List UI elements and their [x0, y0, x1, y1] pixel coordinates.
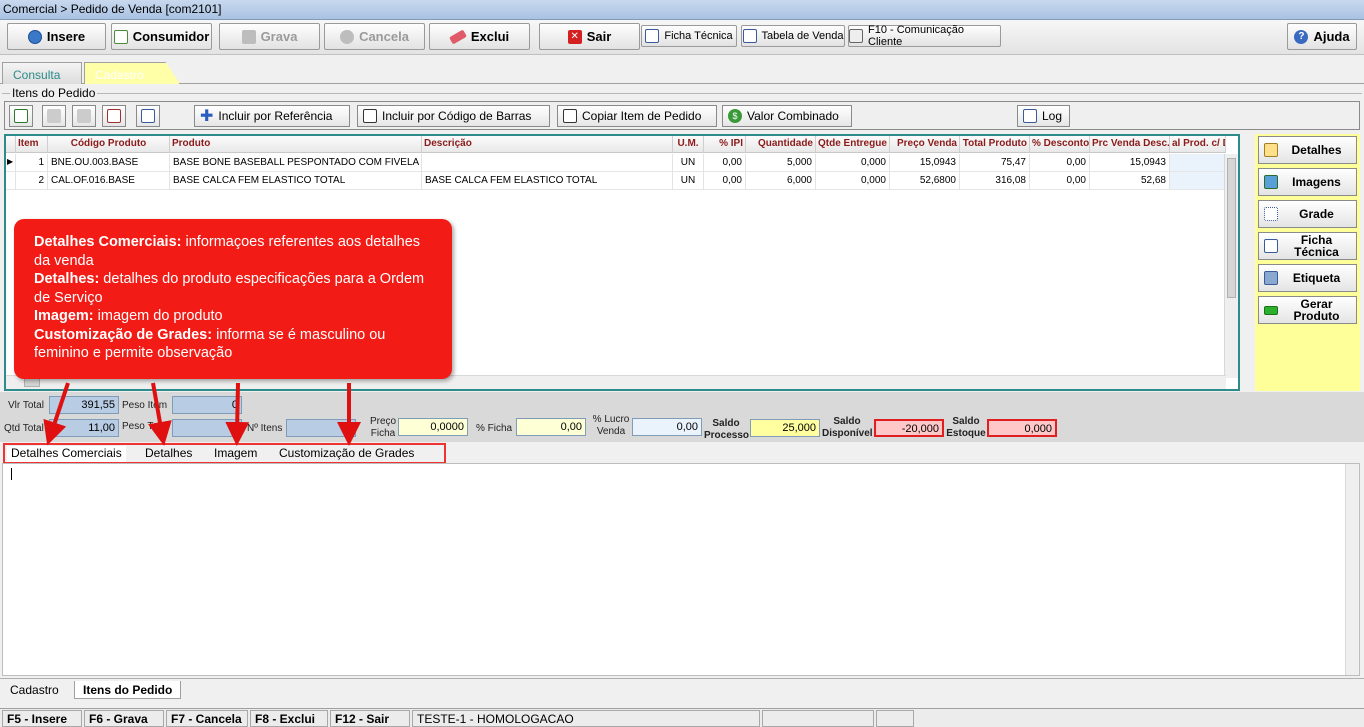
annotation-arrows: [43, 382, 361, 446]
arrow-detalhes: [148, 382, 172, 446]
arrow-detalhes-comerciais: [43, 382, 70, 446]
arrow-imagem: [225, 382, 250, 446]
